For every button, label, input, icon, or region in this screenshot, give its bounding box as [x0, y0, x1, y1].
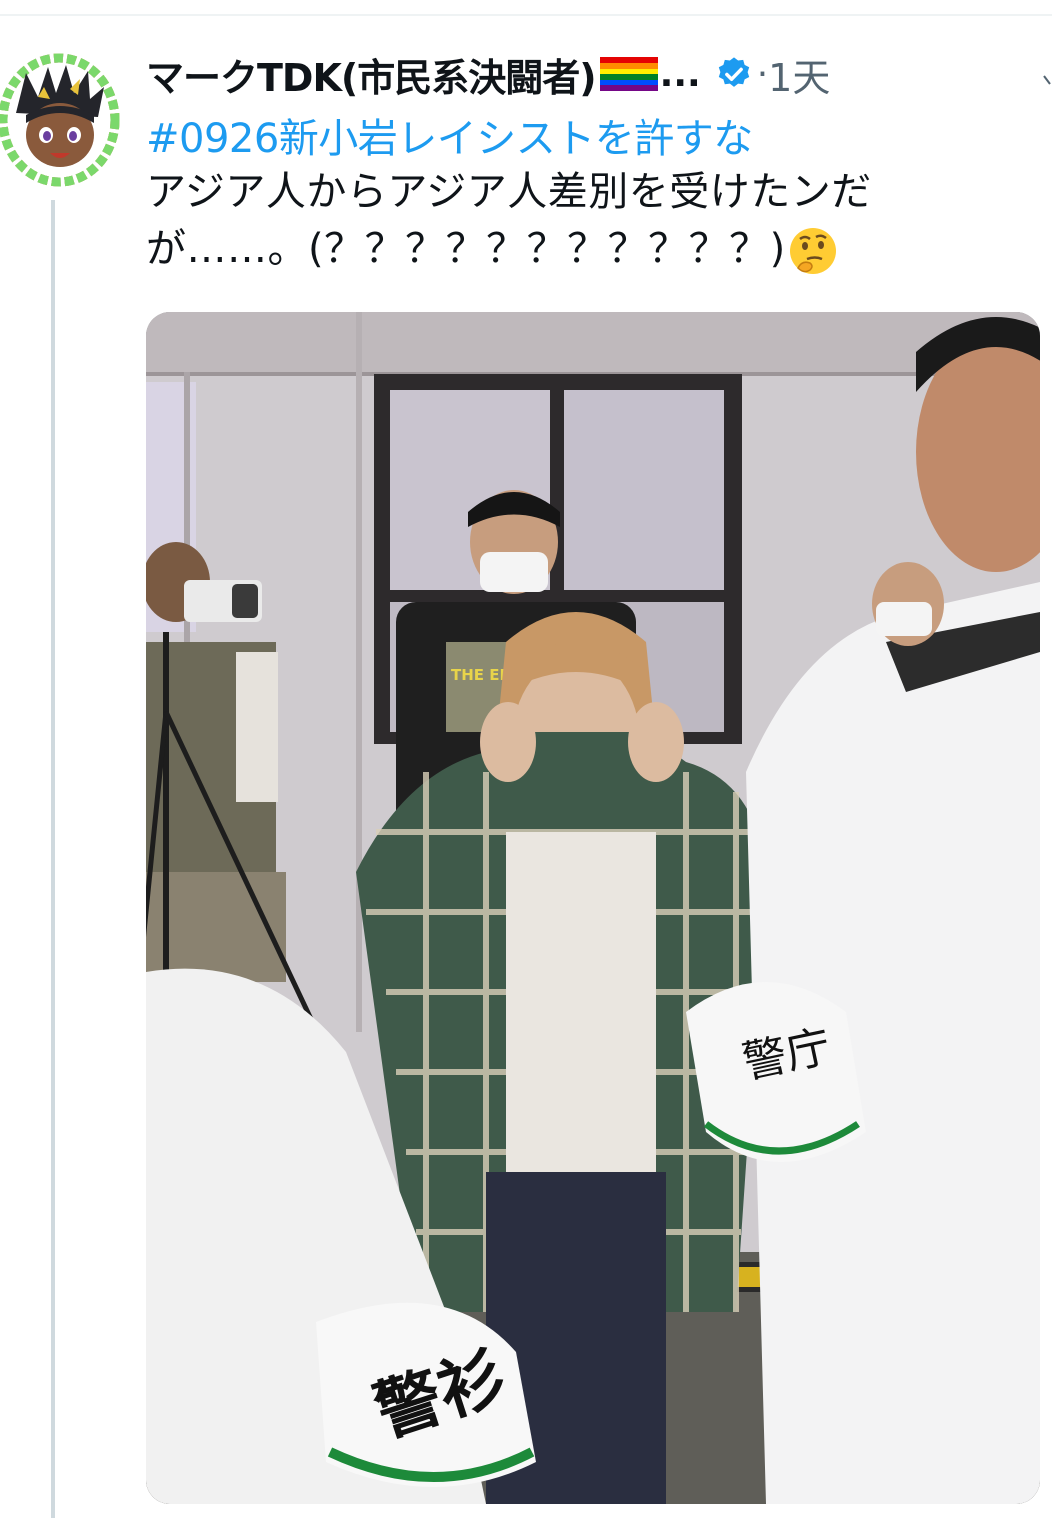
verified-badge-icon: [715, 55, 753, 93]
tweet-text-line-1: アジア人からアジア人差別を受けたンだ: [146, 169, 872, 215]
tweet-page: マークTDK(市民系決闘者) ... · 1天 #0926新小岩レイシストを許す…: [0, 0, 1052, 1518]
chevron-icon[interactable]: [1042, 52, 1052, 102]
tweet-text: アジア人からアジア人差別を受けたンだ が……。(？？？？？？？？？？？): [146, 164, 1026, 278]
tweet-photo[interactable]: THE ERCO 警庁 警衫: [146, 312, 1040, 1504]
tweet-text-line-2-wrap: が……。(？？？？？？？？？？？): [146, 221, 1026, 278]
header-separator: ·: [756, 53, 769, 95]
tweet-header: マークTDK(市民系決闘者) ... · 1天: [146, 44, 926, 104]
timestamp[interactable]: 1天: [768, 47, 830, 102]
name-truncation: ...: [659, 53, 701, 95]
tweet-text-line-2: が……。(？？？？？？？？？？？): [146, 226, 786, 272]
thinking-face-icon: [788, 226, 838, 276]
avatar[interactable]: [0, 53, 120, 187]
top-divider: [0, 14, 1052, 16]
hashtag-link[interactable]: #0926新小岩レイシストを許すな: [146, 106, 753, 164]
author-name[interactable]: マークTDK(市民系決闘者): [146, 47, 597, 102]
thread-line: [51, 200, 55, 1518]
rainbow-flag-icon: [599, 57, 658, 91]
